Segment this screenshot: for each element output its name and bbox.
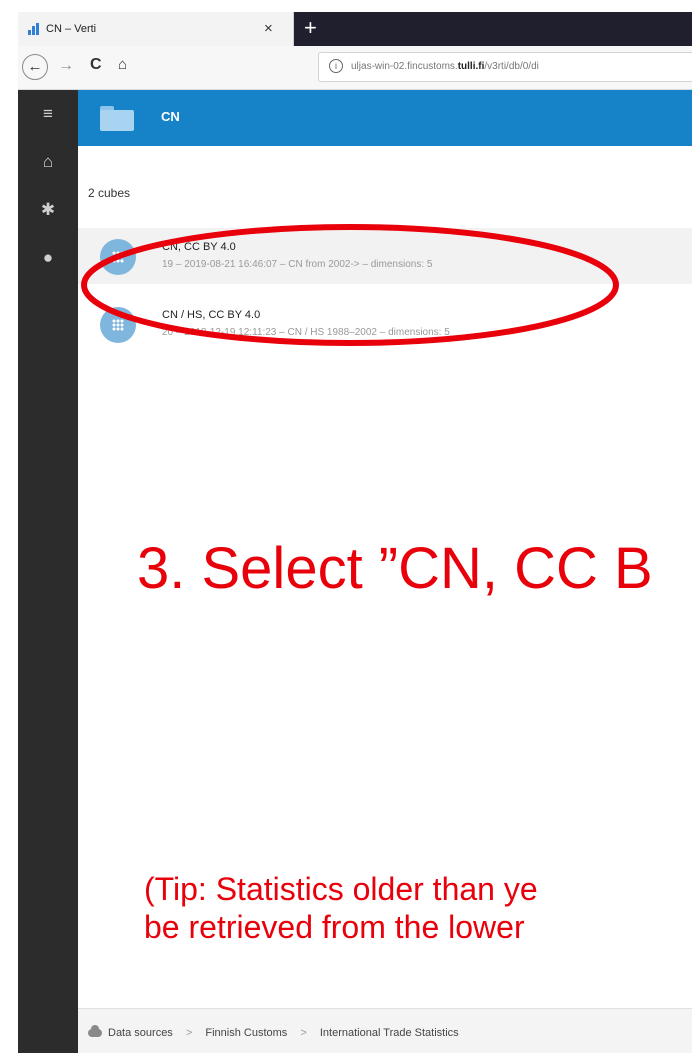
address-bar[interactable]: i uljas-win-02.fincustoms.tulli.fi/v3rti…: [318, 52, 692, 82]
url-text: uljas-win-02.fincustoms.tulli.fi/v3rti/d…: [351, 61, 539, 72]
breadcrumb-international-trade-statistics[interactable]: International Trade Statistics: [320, 1027, 459, 1039]
back-icon[interactable]: ←: [22, 54, 48, 80]
breadcrumb-separator: >: [185, 1027, 193, 1039]
cube-item-cn-hs[interactable]: CN / HS, CC BY 4.0 20 – 2018-12-19 12:11…: [78, 296, 692, 352]
home-icon[interactable]: ⌂: [18, 152, 78, 172]
tab-title: CN – Verti: [46, 23, 97, 35]
breadcrumb-data-sources[interactable]: Data sources: [108, 1027, 173, 1039]
browser-tab[interactable]: CN – Verti ×: [18, 12, 294, 46]
tab-strip: CN – Verti × +: [18, 12, 692, 46]
info-icon[interactable]: ●: [18, 248, 78, 268]
cube-subtitle: 19 – 2019-08-21 16:46:07 – CN from 2002-…: [162, 259, 433, 270]
new-tab-icon[interactable]: +: [304, 15, 317, 41]
home-icon[interactable]: ⌂: [118, 56, 127, 73]
breadcrumb-separator: >: [300, 1027, 307, 1039]
tip-line-2: be retrieved from the lower: [144, 909, 525, 945]
menu-icon[interactable]: ≡: [18, 104, 78, 124]
tip-line-1: (Tip: Statistics older than ye: [144, 871, 538, 907]
tip-text: (Tip: Statistics older than ye be retrie…: [144, 870, 538, 946]
chart-icon: [28, 23, 40, 35]
breadcrumb-finnish-customs[interactable]: Finnish Customs: [205, 1027, 287, 1039]
close-tab-icon[interactable]: ×: [264, 20, 273, 37]
reload-icon[interactable]: C: [90, 56, 102, 74]
instruction-text: 3. Select ”CN, CC B: [137, 536, 653, 601]
folder-title: CN: [161, 109, 180, 124]
navigation-bar: ← → C ⌂ i uljas-win-02.fincustoms.tulli.…: [18, 46, 692, 90]
folder-icon: [100, 106, 134, 131]
forward-icon[interactable]: →: [58, 57, 74, 75]
sidebar: ≡ ⌂ ✱ ●: [18, 90, 78, 1053]
cube-item-cn[interactable]: CN, CC BY 4.0 19 – 2019-08-21 16:46:07 –…: [78, 228, 692, 284]
cube-title: CN / HS, CC BY 4.0: [162, 309, 261, 321]
cube-icon: [100, 307, 136, 343]
cube-count: 2 cubes: [88, 186, 131, 200]
cube-subtitle: 20 – 2018-12-19 12:11:23 – CN / HS 1988–…: [162, 327, 450, 338]
breadcrumb: Data sources > Finnish Customs > Interna…: [78, 1008, 692, 1053]
cube-icon: [100, 239, 136, 275]
header-bar: CN: [78, 90, 692, 146]
gear-icon[interactable]: ✱: [18, 200, 78, 220]
info-icon[interactable]: i: [329, 59, 343, 73]
cube-title: CN, CC BY 4.0: [162, 241, 236, 253]
cloud-icon: [88, 1025, 102, 1038]
